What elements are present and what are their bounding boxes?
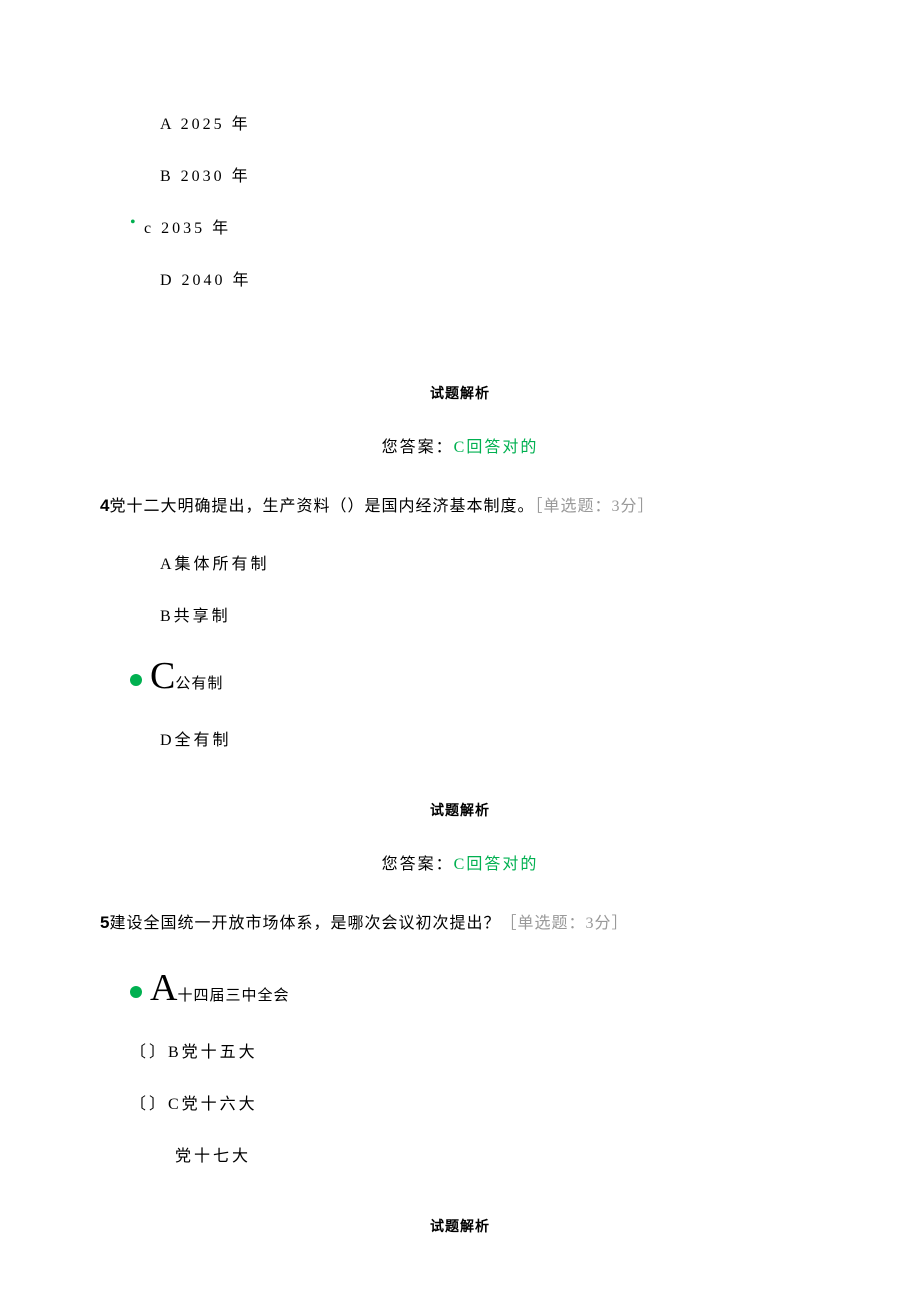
q5-option-b: 〔〕B党十五大 xyxy=(130,1038,790,1062)
q5-option-a-text: 十四届三中全会 xyxy=(177,984,289,1005)
q5-selected-dot-icon xyxy=(130,986,142,998)
q4-answer-line: 您答案：C回答对的 xyxy=(130,850,790,874)
q5-text: 建设全国统一开放市场体系，是哪次会议初次提出？ xyxy=(109,915,500,932)
q5-question: 5建设全国统一开放市场体系，是哪次会议初次提出？［单选题：3分］ xyxy=(100,909,790,937)
q4-option-d: D全有制 xyxy=(130,726,790,750)
q4-option-c: C公有制 xyxy=(130,654,790,698)
q3-option-c: c 2035 年 xyxy=(130,214,790,238)
q5-analysis-label: 试题解析 xyxy=(130,1216,790,1236)
q3-option-d: D 2040 年 xyxy=(130,266,790,290)
q4-option-b: B共享制 xyxy=(130,602,790,626)
q5-option-a: A十四届三中全会 xyxy=(130,966,790,1010)
q4-bracket: ［单选题：3分］ xyxy=(534,498,654,515)
q3-option-b: B 2030 年 xyxy=(130,162,790,186)
document-content: A 2025 年 B 2030 年 c 2035 年 D 2040 年 试题解析… xyxy=(0,0,920,1236)
q3-answer-value: C回答对的 xyxy=(454,439,539,456)
q4-answer-prefix: 您答案： xyxy=(382,856,454,873)
q3-option-c-letter: c xyxy=(130,220,154,237)
q3-option-c-text: 2035 年 xyxy=(154,220,231,237)
q5-option-a-letter: A xyxy=(150,966,177,1010)
q4-question: 4党十二大明确提出，生产资料（）是国内经济基本制度。［单选题：3分］ xyxy=(100,492,790,520)
q5-option-d: 党十七大 xyxy=(130,1142,790,1166)
q3-answer-line: 您答案：C回答对的 xyxy=(130,433,790,457)
q4-text: 党十二大明确提出，生产资料（）是国内经济基本制度。 xyxy=(109,498,534,515)
q3-analysis-label: 试题解析 xyxy=(130,383,790,403)
q4-option-c-text: 公有制 xyxy=(175,672,223,693)
q4-analysis-label: 试题解析 xyxy=(130,800,790,820)
q5-bracket: ［单选题：3分］ xyxy=(500,915,628,932)
q4-selected-dot-icon xyxy=(130,674,142,686)
q3-answer-prefix: 您答案： xyxy=(382,439,454,456)
q4-option-a: A集体所有制 xyxy=(130,550,790,574)
q5-option-c: 〔〕C党十六大 xyxy=(130,1090,790,1114)
q3-option-a: A 2025 年 xyxy=(130,110,790,134)
q4-answer-value: C回答对的 xyxy=(454,856,539,873)
q4-option-c-letter: C xyxy=(150,654,175,698)
